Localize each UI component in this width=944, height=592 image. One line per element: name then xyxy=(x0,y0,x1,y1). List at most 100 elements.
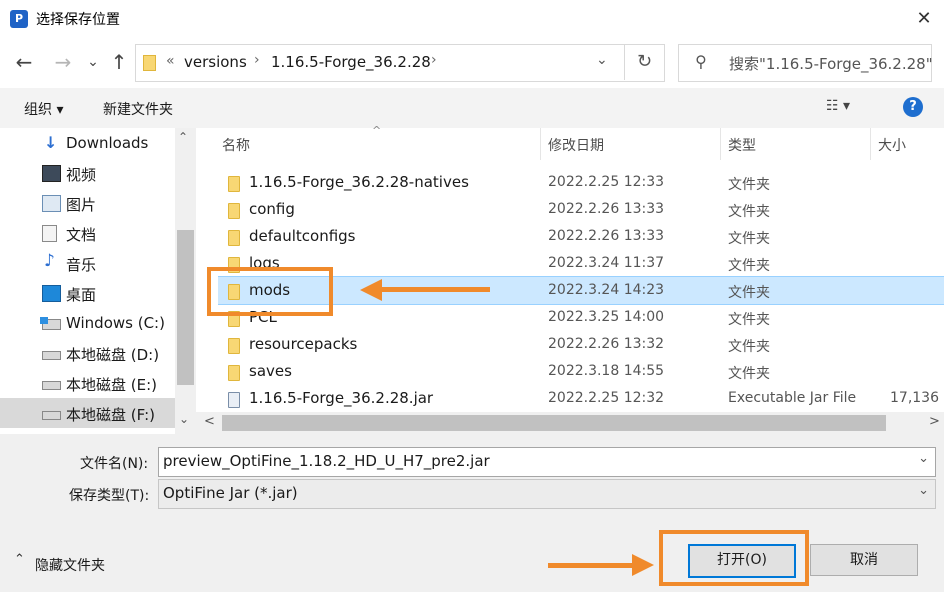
title-bar xyxy=(0,0,944,38)
windows-logo-icon xyxy=(40,317,48,324)
file-date: 2022.2.26 13:33 xyxy=(548,228,665,244)
up-button[interactable]: ↑ xyxy=(108,48,130,76)
sidebar-item-label: 桌面 xyxy=(66,286,97,304)
desktop-icon xyxy=(42,285,61,302)
close-button[interactable]: ✕ xyxy=(904,0,944,38)
list-item[interactable]: saves 2022.3.18 14:55 文件夹 xyxy=(218,358,944,385)
file-date: 2022.2.25 12:33 xyxy=(548,174,665,190)
column-header-name[interactable]: 名称 xyxy=(222,135,250,155)
back-button[interactable]: ← xyxy=(13,48,35,76)
open-button[interactable]: 打开(O) xyxy=(688,544,796,578)
chevron-up-icon[interactable]: ⌃ xyxy=(14,552,25,567)
cancel-button[interactable]: 取消 xyxy=(810,544,918,576)
view-options-button[interactable]: ☷ ▾ xyxy=(826,98,850,114)
sidebar-item-desktop[interactable]: 桌面 xyxy=(0,278,175,308)
file-name: config xyxy=(249,200,295,218)
horizontal-scroll-thumb[interactable] xyxy=(222,415,886,431)
drive-icon xyxy=(42,351,61,360)
filetype-select[interactable]: OptiFine Jar (*.jar) ⌄ xyxy=(158,479,936,509)
column-header-size[interactable]: 大小 xyxy=(878,135,906,155)
filename-label: 文件名(N): xyxy=(80,456,149,472)
filename-field[interactable]: preview_OptiFine_1.18.2_HD_U_H7_pre2.jar… xyxy=(158,447,936,477)
sidebar-item-label: 图片 xyxy=(66,196,97,214)
sidebar-item-drive-e[interactable]: 本地磁盘 (E:) xyxy=(0,368,175,398)
sidebar-item-drive-f[interactable]: 本地磁盘 (F:) xyxy=(0,398,175,428)
hide-folders-toggle[interactable]: 隐藏文件夹 xyxy=(35,555,105,575)
folder-icon xyxy=(143,55,156,71)
list-item[interactable]: defaultconfigs 2022.2.26 13:33 文件夹 xyxy=(218,223,944,250)
sidebar-item-music[interactable]: ♪ 音乐 xyxy=(0,248,175,278)
filename-value[interactable]: preview_OptiFine_1.18.2_HD_U_H7_pre2.jar xyxy=(163,452,490,470)
picture-icon xyxy=(42,195,61,212)
file-name: saves xyxy=(249,362,292,380)
breadcrumb-current-folder[interactable]: 1.16.5-Forge_36.2.28 xyxy=(271,53,431,71)
sidebar-item-drive-d[interactable]: 本地磁盘 (D:) xyxy=(0,338,175,368)
scroll-down-icon[interactable]: ⌄ xyxy=(179,412,189,426)
list-item[interactable]: 1.16.5-Forge_36.2.28.jar 2022.2.25 12:32… xyxy=(218,385,944,412)
file-type: 文件夹 xyxy=(728,312,770,328)
filetype-value[interactable]: OptiFine Jar (*.jar) xyxy=(163,484,298,502)
file-type: 文件夹 xyxy=(728,258,770,274)
sidebar-item-drive-c[interactable]: Windows (C:) xyxy=(0,308,175,338)
sidebar-item-videos[interactable]: 视频 xyxy=(0,158,175,188)
new-folder-button[interactable]: 新建文件夹 xyxy=(103,99,173,119)
file-type: Executable Jar File xyxy=(728,390,857,406)
breadcrumb-overflow[interactable]: « xyxy=(166,53,175,69)
breadcrumb-versions[interactable]: versions xyxy=(184,53,247,71)
file-date: 2022.2.25 12:32 xyxy=(548,390,665,406)
sidebar-item-label: Downloads xyxy=(66,134,149,152)
annotation-arrow-shaft xyxy=(378,287,490,292)
organize-button[interactable]: 组织 ▾ xyxy=(24,99,63,119)
file-date: 2022.3.25 14:00 xyxy=(548,309,665,325)
drive-icon xyxy=(42,381,61,390)
file-date: 2022.3.24 11:37 xyxy=(548,255,665,271)
drive-icon xyxy=(42,411,61,420)
annotation-arrow-head-right xyxy=(632,554,654,576)
list-item[interactable]: config 2022.2.26 13:33 文件夹 xyxy=(218,196,944,223)
column-header-date[interactable]: 修改日期 xyxy=(548,135,604,155)
sort-ascending-icon: ^ xyxy=(372,124,382,137)
scroll-up-icon[interactable]: ⌃ xyxy=(178,130,188,144)
sidebar-item-label: 本地磁盘 (F:) xyxy=(66,406,155,424)
refresh-button[interactable]: ↻ xyxy=(624,44,664,80)
list-item[interactable]: resourcepacks 2022.2.26 13:32 文件夹 xyxy=(218,331,944,358)
filetype-label: 保存类型(T): xyxy=(69,488,150,504)
recent-locations-button[interactable]: ⌄ xyxy=(82,48,104,76)
file-date: 2022.3.24 14:23 xyxy=(548,282,665,298)
file-name: 1.16.5-Forge_36.2.28.jar xyxy=(249,389,434,407)
breadcrumb-separator[interactable]: › xyxy=(431,52,437,68)
java-jar-icon xyxy=(228,392,240,408)
file-type: 文件夹 xyxy=(728,285,770,301)
sidebar-item-label: 音乐 xyxy=(66,256,97,274)
chevron-down-icon[interactable]: ⌄ xyxy=(918,483,929,498)
file-date: 2022.2.26 13:33 xyxy=(548,201,665,217)
sidebar-item-documents[interactable]: 文档 xyxy=(0,218,175,248)
chevron-down-icon[interactable]: ⌄ xyxy=(918,451,929,466)
file-name: defaultconfigs xyxy=(249,227,356,245)
column-header-type[interactable]: 类型 xyxy=(728,135,756,155)
download-arrow-icon: ↓ xyxy=(44,133,58,152)
scroll-left-icon[interactable]: < xyxy=(204,414,215,429)
scroll-right-icon[interactable]: > xyxy=(929,414,940,429)
column-divider[interactable] xyxy=(540,128,541,160)
file-type: 文件夹 xyxy=(728,339,770,355)
forward-button[interactable]: → xyxy=(52,48,74,76)
breadcrumb-separator[interactable]: › xyxy=(254,52,260,68)
folder-icon xyxy=(228,176,240,192)
file-name: 1.16.5-Forge_36.2.28-natives xyxy=(249,173,469,191)
sidebar-item-downloads[interactable]: ↓ Downloads xyxy=(0,128,175,158)
file-date: 2022.3.18 14:55 xyxy=(548,363,665,379)
folder-icon xyxy=(228,230,240,246)
search-icon: ⚲ xyxy=(695,52,707,71)
sidebar-item-pictures[interactable]: 图片 xyxy=(0,188,175,218)
address-dropdown-icon[interactable]: ⌄ xyxy=(596,52,608,68)
folder-icon xyxy=(228,203,240,219)
help-button[interactable]: ? xyxy=(903,97,923,117)
address-bar[interactable]: « versions › 1.16.5-Forge_36.2.28 › ⌄ xyxy=(135,44,665,82)
list-item[interactable]: 1.16.5-Forge_36.2.28-natives 2022.2.25 1… xyxy=(218,169,944,196)
sidebar-scroll-thumb[interactable] xyxy=(177,230,194,385)
sidebar-item-label: Windows (C:) xyxy=(66,314,165,332)
column-divider[interactable] xyxy=(720,128,721,160)
column-divider[interactable] xyxy=(870,128,871,160)
search-input[interactable]: ⚲ 搜索"1.16.5-Forge_36.2.28" xyxy=(678,44,933,82)
